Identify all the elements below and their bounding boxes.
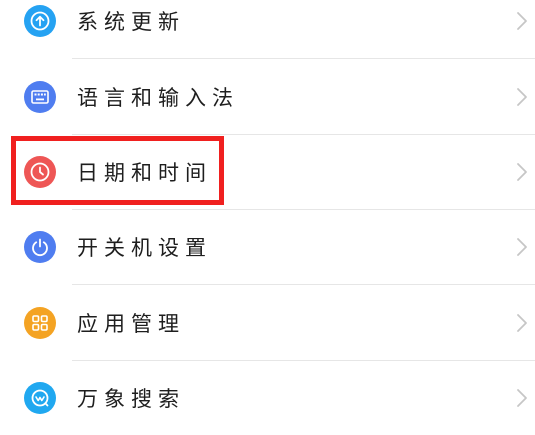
upload-arrow-icon (24, 4, 56, 37)
chevron-right-icon (517, 237, 527, 256)
chevron-right-icon (517, 87, 527, 106)
settings-item-label: 应用管理 (77, 311, 185, 336)
apps-grid-icon (24, 306, 56, 339)
settings-item-date-time[interactable]: 日期和时间 (0, 134, 535, 209)
settings-item-language-input[interactable]: 语言和输入法 (0, 59, 535, 134)
settings-item-power-schedule[interactable]: 开关机设置 (0, 209, 535, 284)
chevron-right-icon (517, 388, 527, 407)
chevron-right-icon (517, 11, 527, 30)
settings-item-system-update[interactable]: 系统更新 (0, 0, 535, 58)
chevron-right-icon (517, 162, 527, 181)
search-icon (24, 381, 56, 414)
keyboard-icon (24, 80, 56, 113)
chevron-right-icon (517, 313, 527, 332)
settings-item-label: 日期和时间 (77, 160, 212, 185)
settings-item-label: 语言和输入法 (77, 85, 239, 110)
power-icon (24, 230, 56, 263)
settings-item-label: 开关机设置 (77, 235, 212, 260)
settings-item-label: 万象搜索 (77, 386, 185, 411)
clock-icon (24, 155, 56, 188)
settings-item-app-management[interactable]: 应用管理 (0, 285, 535, 360)
settings-item-universal-search[interactable]: 万象搜索 (0, 360, 535, 435)
settings-item-label: 系统更新 (77, 9, 185, 34)
settings-list: 系统更新 语言和输入法 日期和时间 开关机设置 应用管理 万象搜索 (0, 0, 535, 429)
